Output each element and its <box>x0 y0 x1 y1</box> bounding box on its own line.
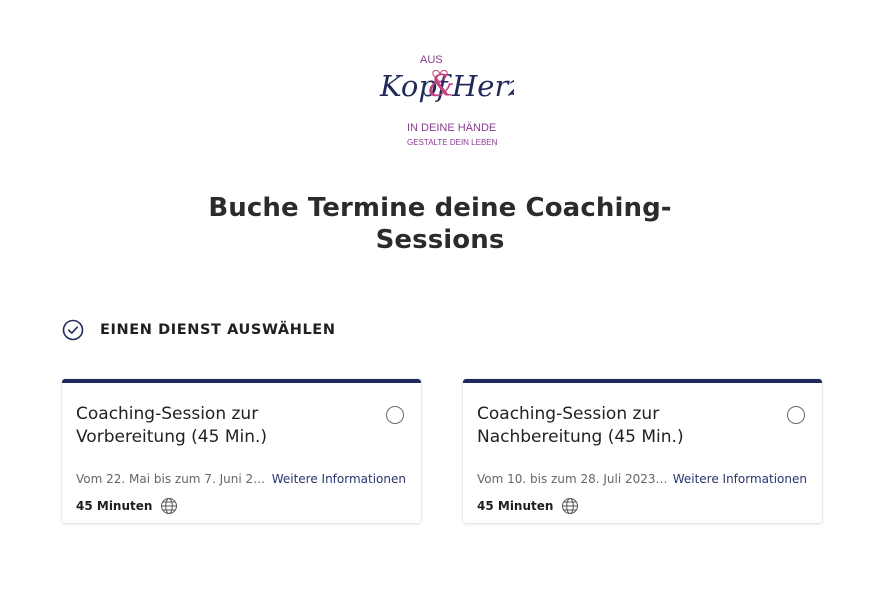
step-label: EINEN DIENST AUSWÄHLEN <box>100 322 336 338</box>
globe-icon <box>161 498 178 514</box>
service-title-line1: Coaching-Session zur <box>76 404 259 424</box>
page-title: Buche Termine deine Coaching- Sessions <box>0 192 880 256</box>
service-title-line2: Nachbereitung (45 Min.) <box>477 427 684 447</box>
more-info-link[interactable]: Weitere Informationen <box>673 471 807 487</box>
booking-page: AUS Kopf & Herz IN DEINE HÄNDE GESTALTE … <box>0 0 880 590</box>
service-info: Vom 10. bis zum 28. Juli 2023 buchbar We… <box>477 471 807 487</box>
page-title-line2: Sessions <box>375 225 505 255</box>
service-card-vorbereitung[interactable]: Coaching-Session zur Vorbereitung (45 Mi… <box>62 379 421 523</box>
logo-line2: IN DEINE HÄNDE <box>407 122 496 134</box>
logo-top-text: AUS <box>420 54 443 66</box>
check-circle-icon <box>62 319 84 341</box>
brand-logo: AUS Kopf & Herz IN DEINE HÄNDE GESTALTE … <box>374 48 514 152</box>
globe-icon <box>562 498 579 514</box>
logo-ampersand: & <box>428 69 455 104</box>
service-title: Coaching-Session zur Nachbereitung (45 M… <box>477 403 767 449</box>
service-meta: 45 Minuten <box>76 497 178 515</box>
step-select-service: EINEN DIENST AUSWÄHLEN <box>62 318 336 342</box>
service-info: Vom 22. Mai bis zum 7. Juni 2023 buchbar… <box>76 471 406 487</box>
service-description: Vom 10. bis zum 28. Juli 2023 buchbar <box>477 472 668 486</box>
logo-line3: GESTALTE DEIN LEBEN <box>407 138 498 147</box>
logo-script-2: Herz <box>451 69 514 103</box>
service-duration: 45 Minuten <box>76 499 153 513</box>
service-duration: 45 Minuten <box>477 499 554 513</box>
service-card-nachbereitung[interactable]: Coaching-Session zur Nachbereitung (45 M… <box>463 379 822 523</box>
service-radio[interactable] <box>787 406 805 424</box>
more-info-link[interactable]: Weitere Informationen <box>272 471 406 487</box>
page-title-line1: Buche Termine deine Coaching- <box>208 193 672 223</box>
service-meta: 45 Minuten <box>477 497 579 515</box>
service-title: Coaching-Session zur Vorbereitung (45 Mi… <box>76 403 366 449</box>
service-description: Vom 22. Mai bis zum 7. Juni 2023 buchbar <box>76 472 267 486</box>
service-radio[interactable] <box>386 406 404 424</box>
service-title-line1: Coaching-Session zur <box>477 404 660 424</box>
service-title-line2: Vorbereitung (45 Min.) <box>76 427 268 447</box>
